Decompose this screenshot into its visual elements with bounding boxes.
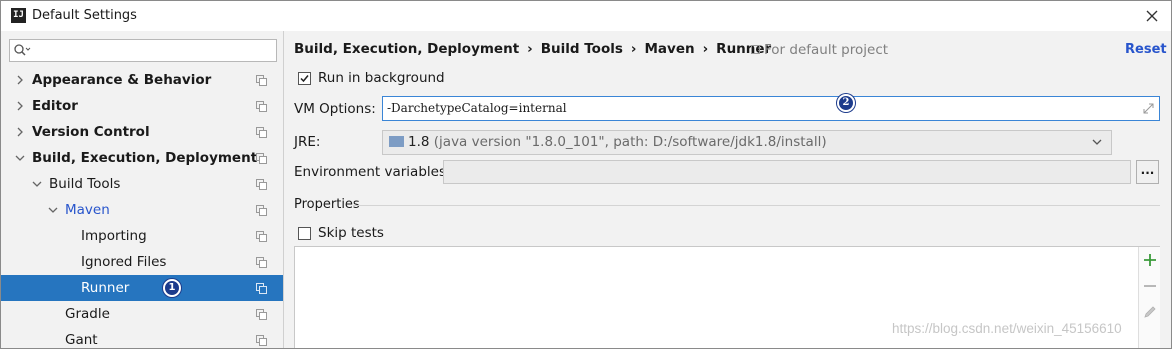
copy-icon [256,283,267,294]
section-divider [353,205,1160,206]
settings-main-panel: Build, Execution, Deployment › Build Tools… [285,31,1171,348]
copy-icon [256,127,267,138]
chevron-down-icon[interactable] [48,205,58,215]
breadcrumb-item: Build Tools [540,41,623,57]
copy-icon [256,231,267,242]
copy-icon [256,179,267,190]
breadcrumb-item: Build, Execution, Deployment [294,41,520,57]
chevron-right-icon[interactable] [15,101,25,111]
settings-sidebar: Appearance & Behavior Editor Version Con… [1,31,284,348]
search-icon [14,44,31,56]
step-badge: 2 [837,94,855,112]
copy-icon [256,101,267,112]
add-icon[interactable] [1143,253,1157,267]
search-input[interactable] [9,39,277,62]
chevron-down-icon[interactable] [15,153,25,163]
vm-options-input[interactable]: -DarchetypeCatalog=internal 2 [382,94,1160,121]
chevron-down-icon[interactable] [32,179,42,189]
close-icon[interactable] [1141,5,1163,27]
copy-icon [256,75,267,86]
folder-icon [389,136,404,147]
sidebar-item-label: Editor [32,98,78,114]
vm-options-label: VM Options: [294,101,376,117]
copy-icon [256,335,267,346]
skip-tests-label[interactable]: Skip tests [318,225,384,241]
jre-label: JRE: [294,134,321,150]
breadcrumb-separator: › [527,41,533,57]
copy-icon [751,45,760,54]
run-in-background-label[interactable]: Run in background [318,70,445,86]
sidebar-item-label: Appearance & Behavior [32,72,212,88]
sidebar-item-build-tools[interactable]: Build Tools [1,171,283,197]
sidebar-item-label: Build, Execution, Deployment [32,150,258,166]
env-vars-label: Environment variables: [294,164,451,180]
sidebar-item-version-control[interactable]: Version Control [1,119,283,145]
jre-select[interactable]: 1.8 (java version "1.8.0_101", path: D:/… [382,130,1112,155]
sidebar-item-editor[interactable]: Editor [1,93,283,119]
sidebar-item-label: Importing [81,228,147,244]
copy-icon [256,257,267,268]
sidebar-item-ignored-files[interactable]: Ignored Files [1,249,283,275]
chevron-down-icon [1092,139,1102,145]
checkmark-icon [300,75,309,83]
properties-toolbar [1138,247,1160,348]
window-title: Default Settings [32,8,137,23]
sidebar-item-runner[interactable]: Runner 1 [1,275,283,301]
sidebar-item-build-execution-deployment[interactable]: Build, Execution, Deployment [1,145,283,171]
breadcrumb-item: Maven [644,41,695,57]
sidebar-item-label: Gradle [65,306,110,322]
breadcrumb-separator: › [702,41,709,57]
sidebar-item-appearance[interactable]: Appearance & Behavior [1,67,283,93]
remove-icon[interactable] [1143,279,1157,293]
properties-section-title: Properties [294,197,360,212]
settings-window: IJ Default Settings Appearance & Behavio… [0,0,1172,349]
chevron-right-icon[interactable] [15,75,25,85]
reset-link[interactable]: Reset [1125,42,1167,57]
sidebar-item-label: Build Tools [49,176,121,192]
sidebar-item-label: Gant [65,332,98,348]
copy-icon [256,153,267,164]
skip-tests-checkbox[interactable] [298,227,311,240]
edit-icon[interactable] [1143,305,1157,319]
vm-options-value: -DarchetypeCatalog=internal [387,101,567,115]
default-project-label: For default project [764,42,889,58]
breadcrumb-separator: › [630,41,637,57]
sidebar-item-gradle[interactable]: Gradle [1,301,283,327]
chevron-right-icon[interactable] [15,127,25,137]
step-badge: 1 [163,279,181,297]
copy-icon [256,309,267,320]
sidebar-item-gant[interactable]: Gant [1,327,283,348]
sidebar-item-importing[interactable]: Importing [1,223,283,249]
default-project-hint: For default project [751,42,888,58]
sidebar-item-maven[interactable]: Maven [1,197,283,223]
run-in-background-checkbox[interactable] [298,72,311,85]
breadcrumb: Build, Execution, Deployment › Build Tools… [294,41,771,61]
env-vars-browse-button[interactable]: ... [1136,160,1159,184]
sidebar-item-label: Ignored Files [81,254,167,270]
expand-icon[interactable] [1143,103,1154,114]
watermark-text: https://blog.csdn.net/weixin_45156610 [892,321,1122,336]
title-bar: IJ Default Settings [1,1,1171,31]
app-icon: IJ [11,8,26,23]
sidebar-item-label: Runner [81,280,130,296]
sidebar-item-label: Version Control [32,124,150,140]
sidebar-item-label: Maven [65,202,110,218]
jre-version: 1.8 [408,134,430,150]
jre-detail: (java version "1.8.0_101", path: D:/soft… [429,134,827,150]
copy-icon [256,205,267,216]
env-vars-input[interactable] [443,160,1131,184]
